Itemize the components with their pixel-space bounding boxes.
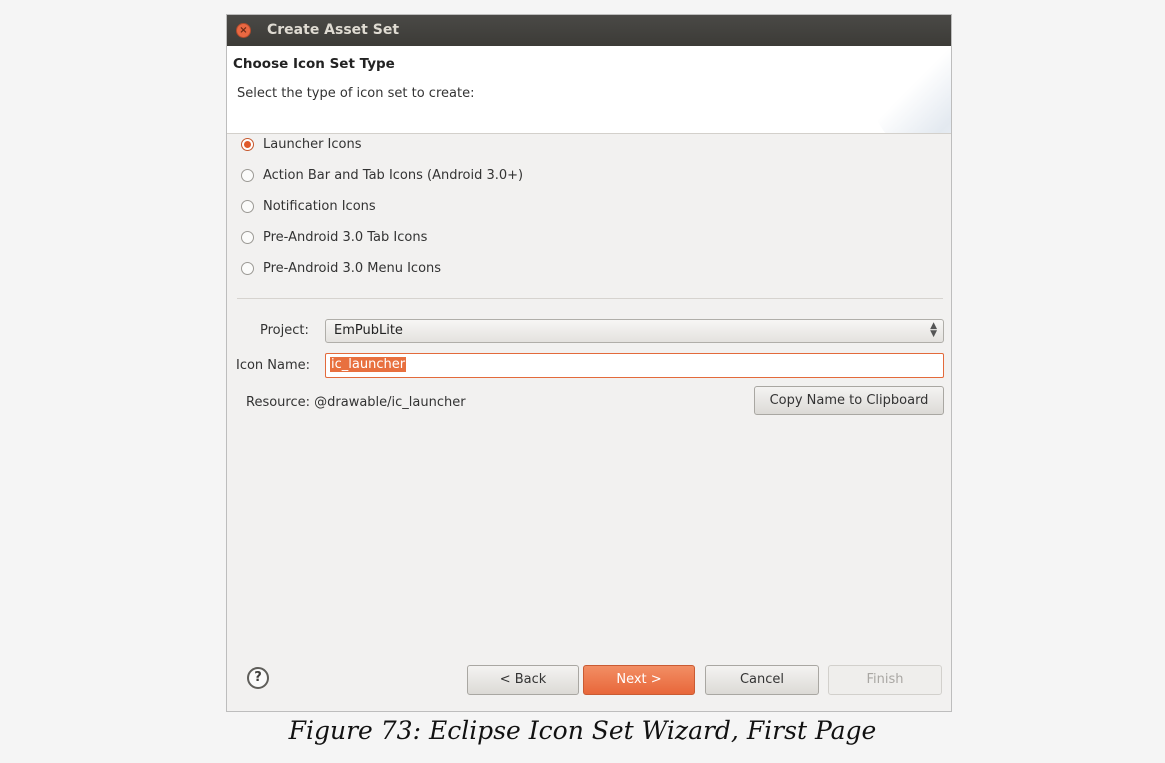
page-description: Select the type of icon set to create: (237, 86, 475, 101)
radio-label: Pre-Android 3.0 Tab Icons (263, 230, 428, 245)
icon-name-value: ic_launcher (330, 357, 407, 372)
radio-label: Launcher Icons (263, 137, 362, 152)
project-label: Project: (260, 323, 309, 338)
title-bar[interactable]: × Create Asset Set (227, 15, 951, 46)
radio-label: Notification Icons (263, 199, 376, 214)
radio-label: Pre-Android 3.0 Menu Icons (263, 261, 442, 276)
copy-name-button[interactable]: Copy Name to Clipboard (754, 386, 944, 415)
window-title: Create Asset Set (267, 22, 400, 38)
radio-label: Action Bar and Tab Icons (Android 3.0+) (263, 168, 524, 183)
finish-button[interactable]: Finish (828, 665, 942, 695)
radio-button[interactable] (241, 169, 254, 182)
radio-button-selected[interactable] (241, 138, 254, 151)
project-select[interactable]: EmPubLite ▲ ▼ (325, 319, 944, 343)
create-asset-set-dialog: × Create Asset Set Choose Icon Set Type … (226, 14, 952, 712)
back-button[interactable]: < Back (467, 665, 579, 695)
next-button[interactable]: Next > (583, 665, 695, 695)
icon-name-input[interactable]: ic_launcher (325, 353, 944, 378)
close-icon[interactable]: × (236, 23, 251, 38)
figure-caption: Figure 73: Eclipse Icon Set Wizard, Firs… (288, 716, 877, 745)
radio-button[interactable] (241, 200, 254, 213)
select-arrows-icon: ▲ ▼ (930, 321, 937, 339)
page-title: Choose Icon Set Type (233, 56, 395, 72)
radio-button[interactable] (241, 262, 254, 275)
wizard-header: Choose Icon Set Type Select the type of … (227, 46, 951, 134)
cancel-button[interactable]: Cancel (705, 665, 819, 695)
header-banner-graphic (871, 46, 951, 133)
resource-label: Resource: @drawable/ic_launcher (246, 395, 466, 410)
project-select-value: EmPubLite (334, 323, 403, 338)
radio-button[interactable] (241, 231, 254, 244)
help-icon[interactable]: ? (247, 667, 269, 689)
section-divider (237, 298, 943, 299)
icon-name-label: Icon Name: (236, 358, 311, 373)
